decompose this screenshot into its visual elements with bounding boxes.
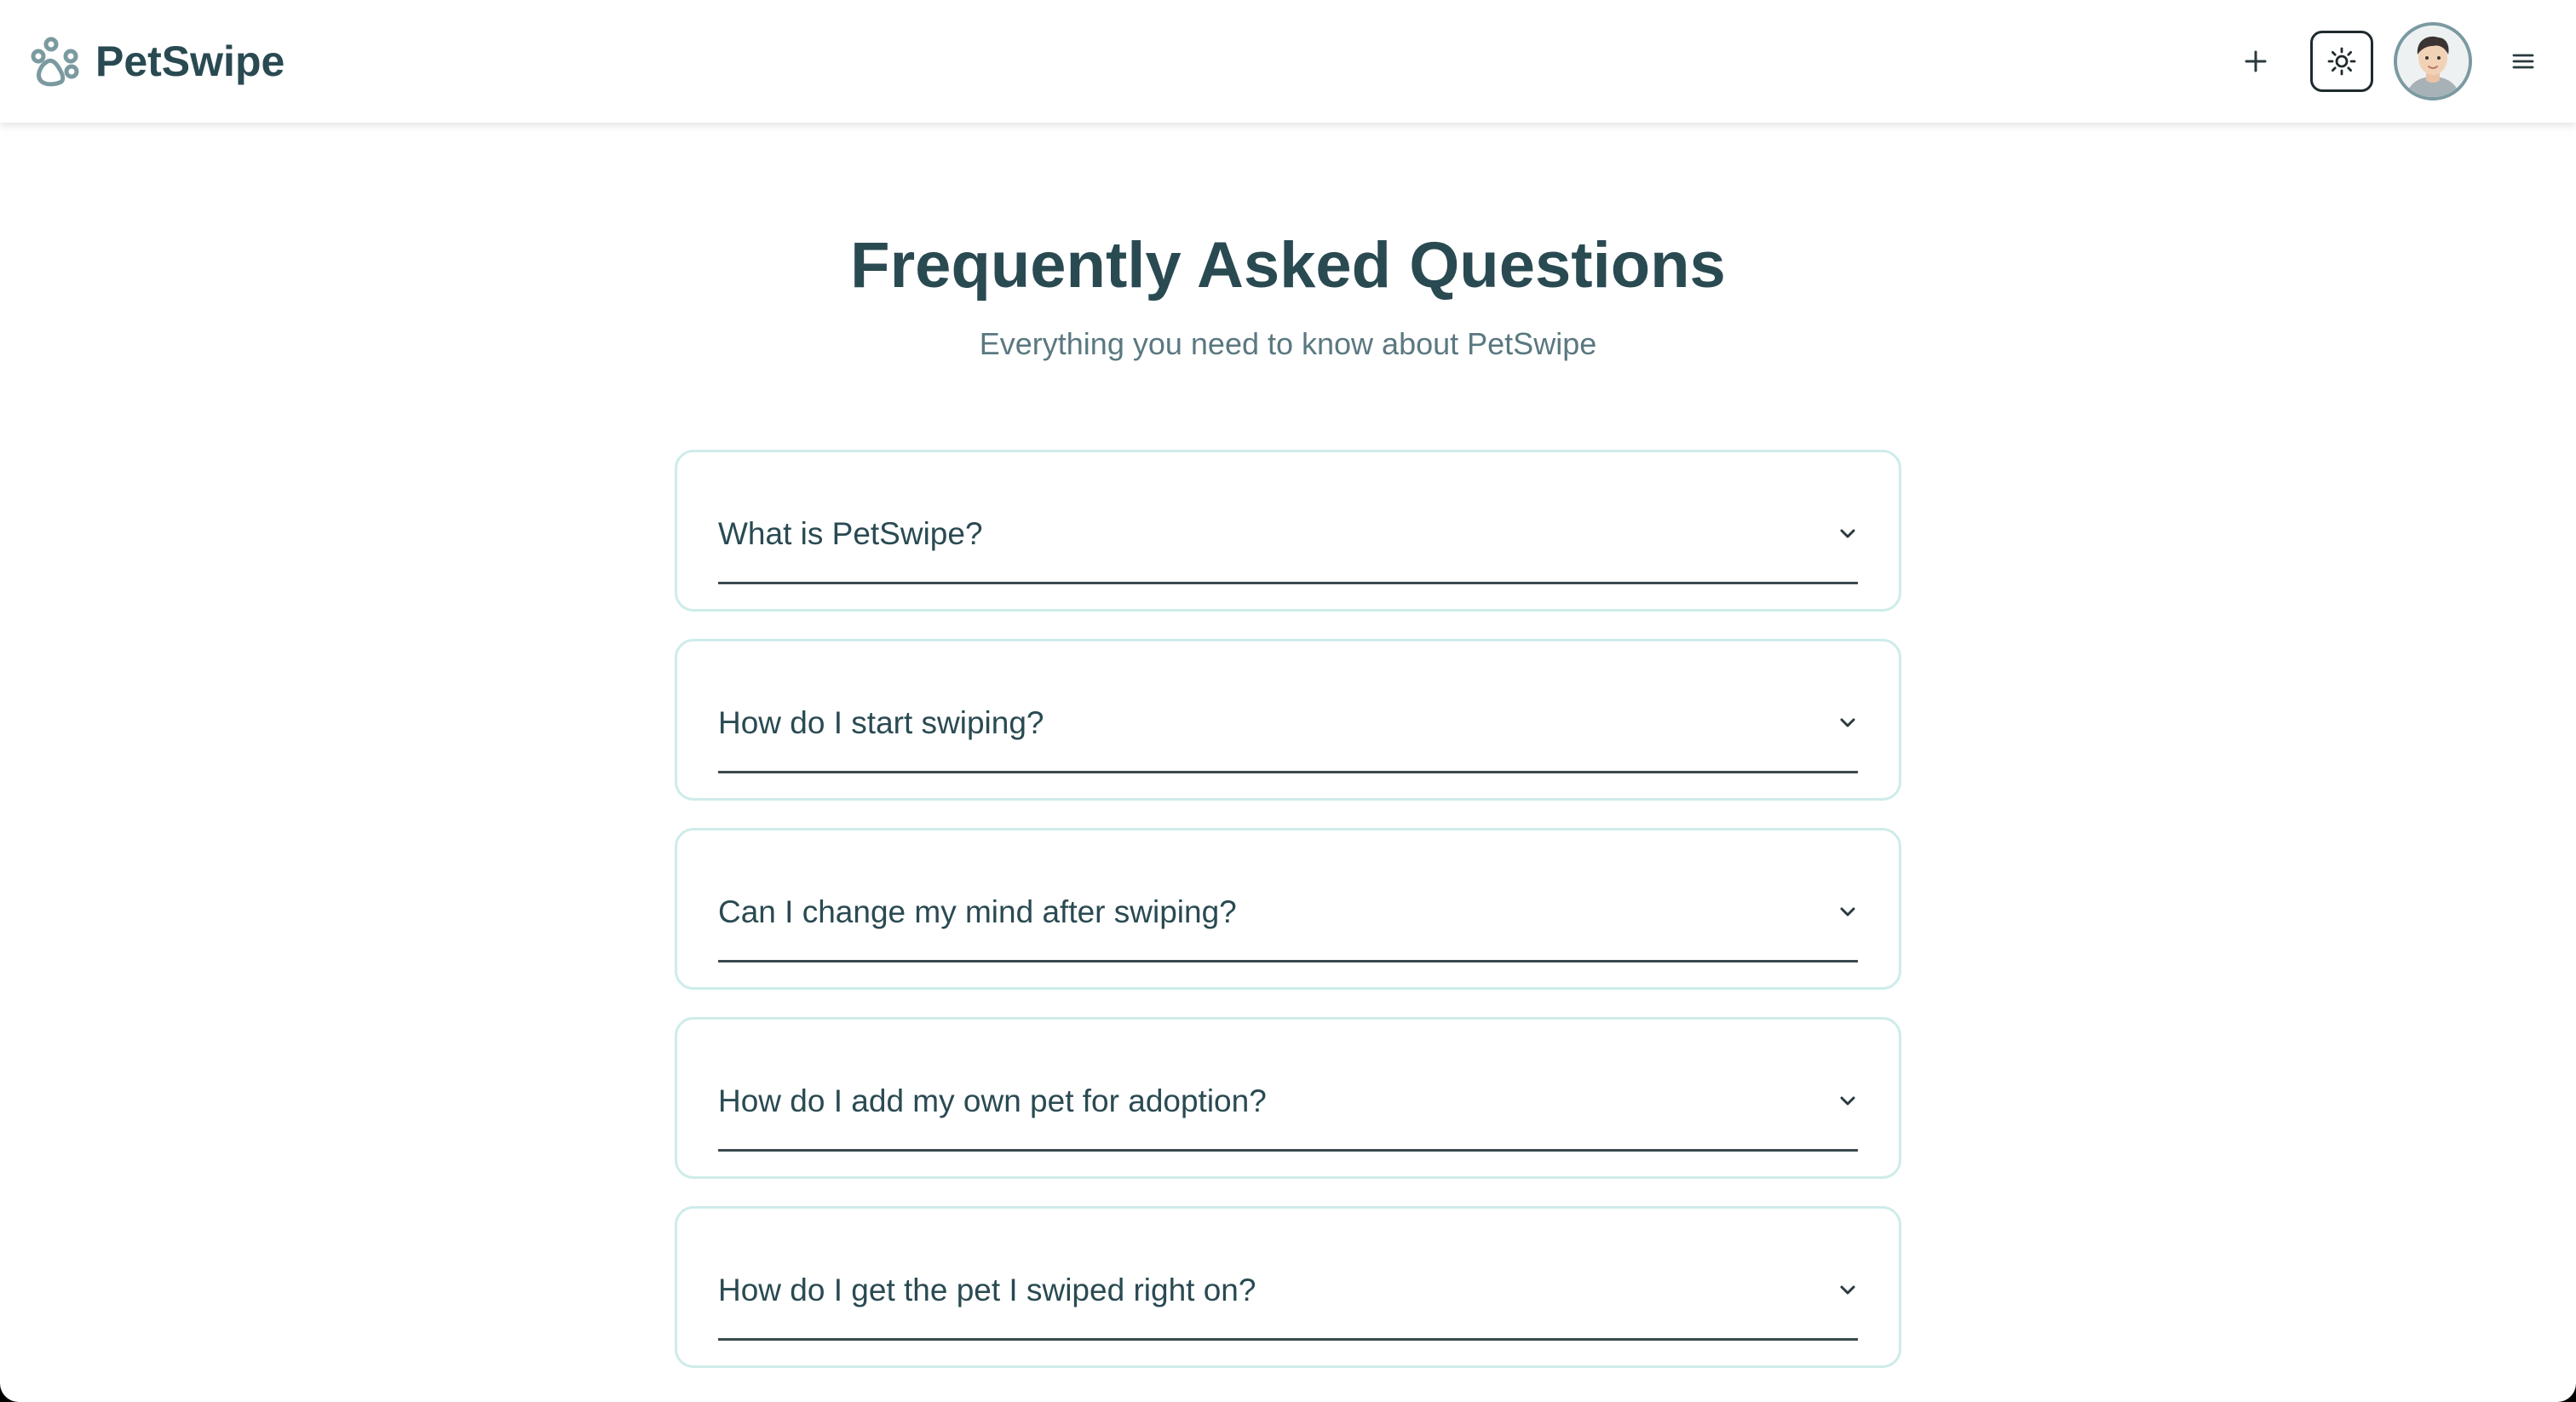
faq-item[interactable]: How do I get the pet I swiped right on?: [675, 1206, 1901, 1368]
theme-toggle-button[interactable]: [2310, 31, 2373, 92]
faq-divider: [718, 960, 1858, 962]
user-avatar-image: [2397, 26, 2469, 97]
faq-divider: [718, 771, 1858, 773]
faq-question: What is PetSwipe?: [718, 516, 983, 551]
menu-button[interactable]: [2496, 34, 2550, 89]
user-avatar[interactable]: [2394, 22, 2472, 101]
faq-item[interactable]: How do I start swiping?: [675, 639, 1901, 801]
faq-item[interactable]: What is PetSwipe?: [675, 450, 1901, 612]
chevron-down-icon: [1840, 1285, 1855, 1295]
faq-question: How do I start swiping?: [718, 705, 1044, 740]
chevron-down-icon: [1840, 718, 1855, 727]
faq-item[interactable]: Can I change my mind after swiping?: [675, 828, 1901, 990]
top-navbar: PetSwipe: [0, 0, 2576, 123]
faq-question: How do I get the pet I swiped right on?: [718, 1273, 1256, 1307]
add-button[interactable]: [2228, 34, 2283, 89]
sun-icon: [2327, 47, 2356, 76]
faq-question: Can I change my mind after swiping?: [718, 894, 1237, 929]
faq-item[interactable]: How do I add my own pet for adoption?: [675, 1017, 1901, 1179]
chevron-down-icon: [1840, 1096, 1855, 1106]
plus-icon: [2245, 50, 2267, 72]
faq-divider: [718, 582, 1858, 584]
app-viewport: PetSwipe Frequently Asked Questions Ever…: [0, 0, 2576, 1402]
brand-logo[interactable]: PetSwipe: [27, 31, 285, 92]
faq-divider: [718, 1149, 1858, 1152]
hamburger-menu-icon: [2512, 54, 2534, 69]
chevron-down-icon: [1840, 529, 1855, 538]
chevron-down-icon: [1840, 907, 1855, 916]
faq-question: How do I add my own pet for adoption?: [718, 1083, 1267, 1118]
paw-icon: [31, 37, 79, 87]
page-subtitle: Everything you need to know about PetSwi…: [979, 326, 1597, 361]
faq-divider: [718, 1338, 1858, 1341]
brand-name: PetSwipe: [95, 37, 285, 85]
page-title: Frequently Asked Questions: [850, 229, 1726, 302]
